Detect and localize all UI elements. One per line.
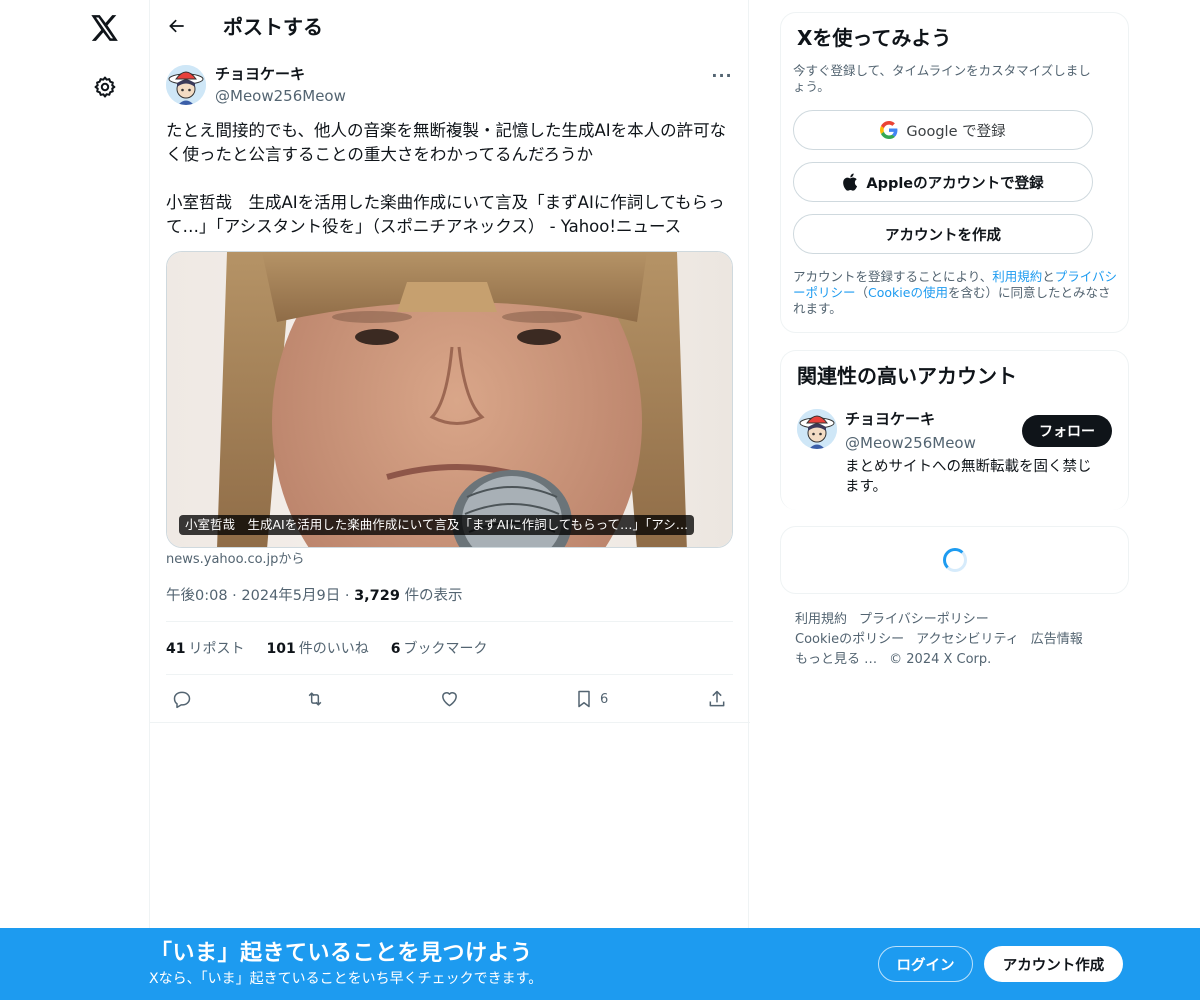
footer-copyright: © 2024 X Corp. [889, 652, 992, 667]
x-logo-icon[interactable] [89, 12, 121, 44]
post-actions: 6 [166, 685, 733, 713]
post-meta: 午後0:08 · 2024年5月9日 · 3,729 件の表示 [166, 586, 463, 606]
card-caption: 小室哲哉 生成AIを活用した楽曲作成にいて言及「まずAIに作詞してもらって…」「… [179, 515, 695, 535]
bookmarks-stat[interactable]: 6 ブックマーク [391, 639, 488, 659]
create-account-label: アカウントを作成 [885, 227, 1001, 244]
cookie-link[interactable]: Cookieの使用 [868, 285, 948, 300]
share-icon[interactable] [707, 685, 727, 713]
apple-signup-label: Appleのアカウントで登録 [866, 175, 1044, 192]
bookmark-icon [578, 690, 590, 708]
bookmarks-label: ブックマーク [403, 641, 488, 657]
reply-icon[interactable] [172, 685, 192, 713]
divider [166, 621, 733, 622]
post-author: チョヨケーキ @Meow256Meow ··· [166, 64, 734, 108]
related-account-name[interactable]: チョヨケーキ [845, 409, 935, 429]
footer-ads-link[interactable]: 広告情報 [1031, 632, 1083, 647]
signup-button[interactable]: アカウント作成 [984, 946, 1123, 982]
post-text: たとえ間接的でも、他人の音楽を無断複製・記憶した生成AIを本人の許可なく使ったと… [166, 121, 727, 236]
back-arrow-icon[interactable] [165, 14, 189, 38]
follow-button[interactable]: フォロー [1022, 415, 1112, 447]
likes-label: 件のいいね [298, 641, 369, 657]
footer-privacy-link[interactable]: プライバシーポリシー [859, 612, 989, 627]
avatar[interactable] [166, 65, 206, 105]
reposts-label: リポスト [188, 641, 245, 657]
legal-notice: アカウントを登録することにより、利用規約とプライバシーポリシー（Cookieの使… [793, 269, 1119, 317]
footer-terms-link[interactable]: 利用規約 [795, 612, 847, 627]
related-account-handle[interactable]: @Meow256Meow [845, 433, 976, 453]
loading-spinner-icon [943, 548, 967, 572]
views-label: 件の表示 [404, 588, 463, 604]
apple-signup-button[interactable]: Appleのアカウントで登録 [793, 162, 1093, 202]
card-domain[interactable]: news.yahoo.co.jpから [166, 552, 304, 568]
divider [150, 722, 750, 723]
login-button[interactable]: ログイン [878, 946, 973, 982]
post-stats: 41 リポスト 101 件のいいね 6 ブックマーク [166, 639, 487, 659]
related-title: 関連性の高いアカウント [797, 364, 1017, 388]
page-title: ポストする [223, 15, 323, 39]
left-nav [0, 0, 150, 1000]
terms-link[interactable]: 利用規約 [992, 269, 1042, 284]
footer-accessibility-link[interactable]: アクセシビリティ [916, 632, 1019, 647]
bookmark-count: 6 [600, 691, 609, 707]
post-time[interactable]: 午後0:08 [166, 588, 228, 604]
author-name[interactable]: チョヨケーキ [215, 64, 305, 84]
meta-separator: · [232, 588, 242, 604]
footer-links: 利用規約 プライバシーポリシー Cookieのポリシー アクセシビリティ 広告情報 も… [795, 610, 1115, 670]
link-card[interactable]: 小室哲哉 生成AIを活用した楽曲作成にいて言及「まずAIに作詞してもらって…」「… [166, 251, 733, 548]
avatar[interactable] [797, 409, 837, 449]
meta-separator: · [344, 588, 355, 604]
legal-and: と [1042, 269, 1055, 284]
divider [166, 674, 733, 675]
legal-prefix: アカウントを登録することにより、 [793, 269, 993, 284]
loading-panel [780, 526, 1129, 594]
likes-stat[interactable]: 101 件のいいね [266, 639, 368, 659]
like-icon[interactable] [439, 685, 460, 713]
google-icon [880, 121, 898, 139]
related-account-bio: まとめサイトへの無断転載を固く禁じます。 [845, 459, 1092, 495]
footer-cookie-link[interactable]: Cookieのポリシー [795, 632, 904, 647]
card-image [167, 252, 732, 547]
signup-subtitle: 今すぐ登録して、タイムラインをカスタマイズしましょう。 [793, 63, 1091, 94]
bookmarks-count: 6 [390, 641, 401, 657]
bookmark-button[interactable]: 6 [574, 685, 608, 713]
bottom-signup-bar: 「いま」起きていることを見つけよう Xなら、「いま」起きていることをいち早くチェ… [0, 928, 1200, 1000]
signup-title: Xを使ってみよう [797, 26, 952, 50]
more-options-icon[interactable]: ··· [710, 64, 734, 86]
page-header: ポストする [150, 0, 750, 53]
signup-panel: Xを使ってみよう 今すぐ登録して、タイムラインをカスタマイズしましょう。 Goo… [780, 12, 1129, 333]
views-count: 3,729 [354, 588, 400, 604]
reposts-stat[interactable]: 41 リポスト [166, 639, 244, 659]
main-column: ポストする チョヨケーキ @Meow256Meow ··· たとえ間接的でも、他… [149, 0, 750, 1000]
repost-icon[interactable] [304, 685, 326, 713]
bottom-bar-title: 「いま」起きていることを見つけよう [150, 941, 533, 966]
google-signup-button[interactable]: Google で登録 [793, 110, 1093, 150]
gear-icon[interactable] [91, 73, 119, 101]
legal-open: （ [855, 285, 869, 300]
related-accounts-panel: 関連性の高いアカウント チョヨケーキ @Meow256Meow フォロー まとめ… [780, 350, 1129, 510]
bottom-bar-subtitle: Xなら、「いま」起きていることをいち早くチェックできます。 [149, 971, 543, 987]
google-signup-label: Google で登録 [906, 123, 1006, 140]
apple-icon [843, 173, 858, 191]
post-date[interactable]: 2024年5月9日 [241, 588, 340, 604]
footer-more-link[interactable]: もっと見る … [795, 652, 877, 667]
likes-count: 101 [266, 641, 296, 657]
create-account-button[interactable]: アカウントを作成 [793, 214, 1093, 254]
author-handle[interactable]: @Meow256Meow [215, 86, 346, 106]
reposts-count: 41 [166, 641, 186, 657]
